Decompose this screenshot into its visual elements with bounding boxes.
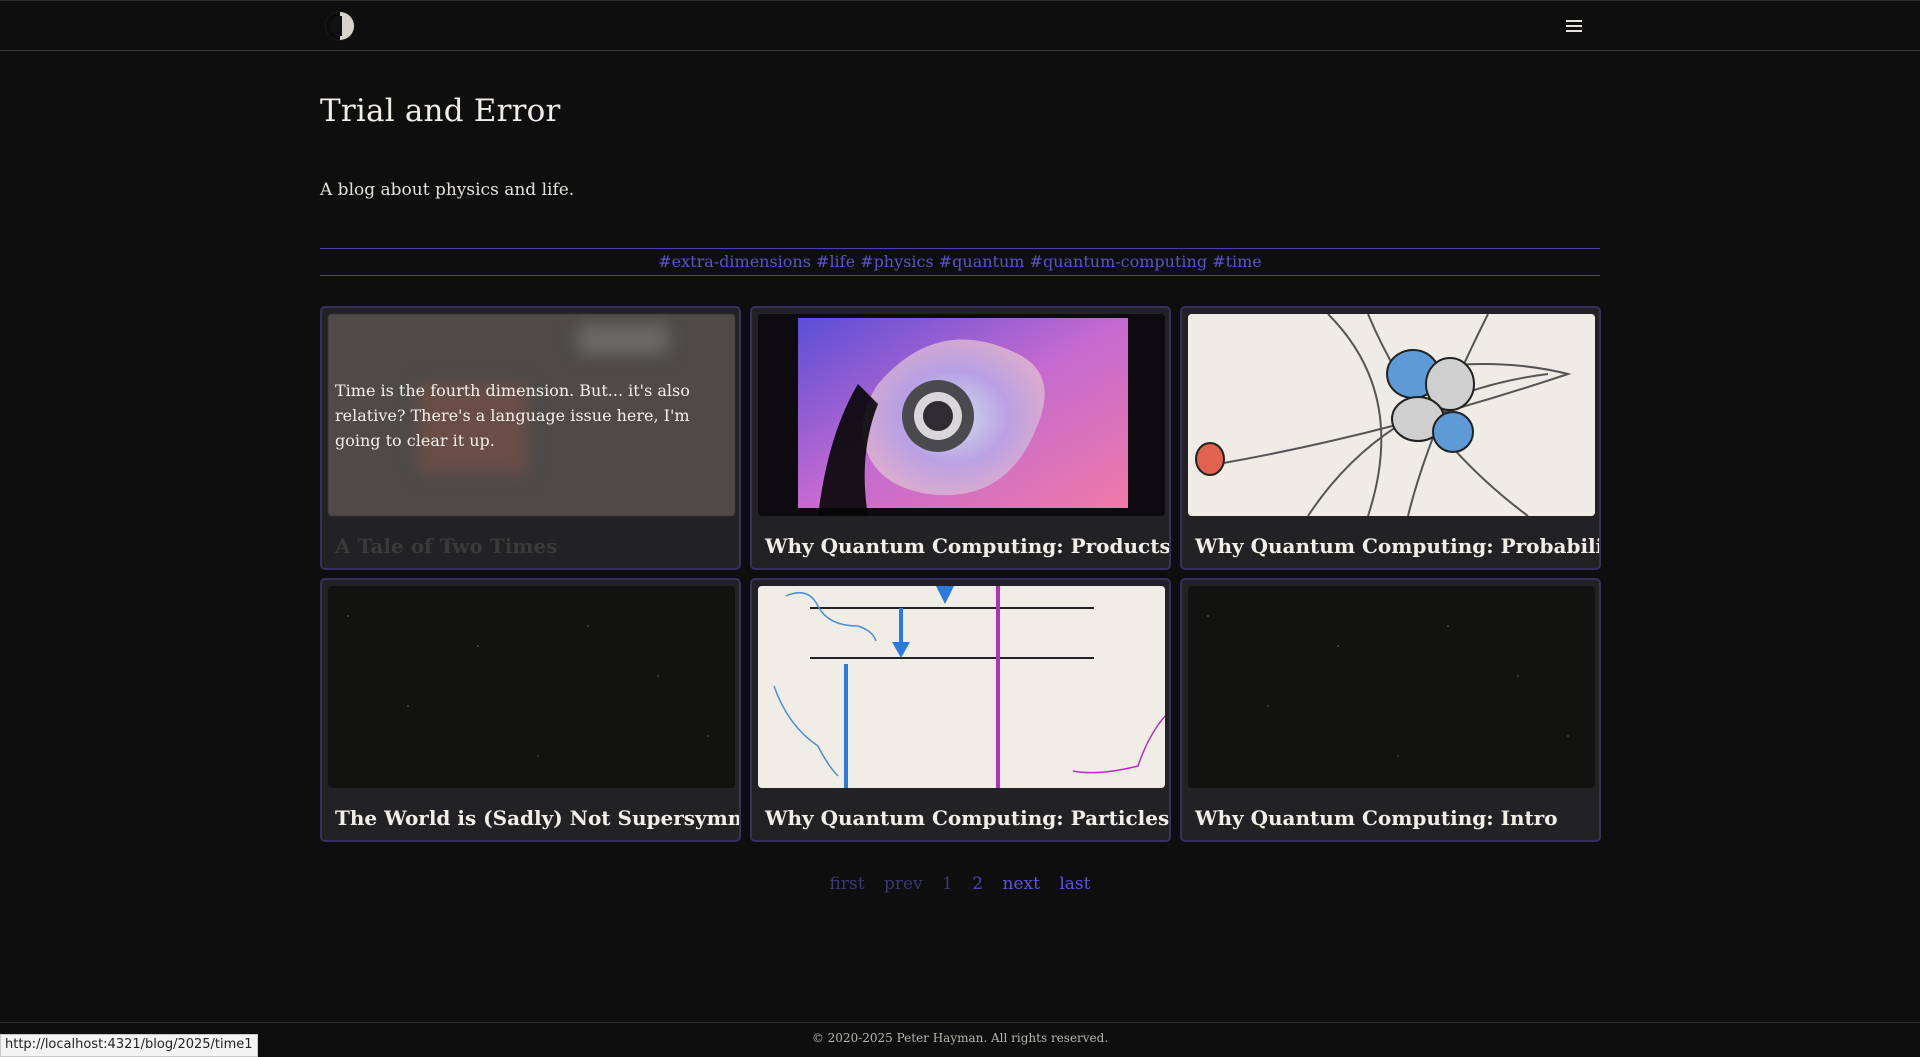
browser-status-bar: http://localhost:4321/blog/2025/time1	[0, 1034, 258, 1057]
tag-physics[interactable]: #physics	[860, 252, 934, 271]
tag-time[interactable]: #time	[1212, 252, 1262, 271]
tag-quantum[interactable]: #quantum	[939, 252, 1025, 271]
post-title[interactable]: A Tale of Two Times	[335, 534, 557, 558]
post-thumbnail	[1188, 586, 1595, 788]
pagination-next[interactable]: next	[1003, 874, 1040, 894]
post-thumbnail	[328, 586, 735, 788]
post-card-supersymmetric[interactable]: The World is (Sadly) Not Supersymmetric	[320, 578, 741, 842]
tag-list: #extra-dimensions #life #physics #quantu…	[320, 248, 1600, 276]
half-moon-icon[interactable]	[326, 12, 354, 40]
tag-quantum-computing[interactable]: #quantum-computing	[1030, 252, 1208, 271]
post-title[interactable]: Why Quantum Computing: Particles	[765, 806, 1169, 830]
pagination-prev: prev	[883, 874, 923, 894]
post-card-particles[interactable]: Why Quantum Computing: Particles	[750, 578, 1171, 842]
post-title[interactable]: Why Quantum Computing: Products	[765, 534, 1169, 558]
pagination-page-2[interactable]: 2	[972, 874, 983, 894]
post-grid: Time is the fourth dimension. But... it'…	[320, 306, 1601, 842]
post-thumbnail	[758, 586, 1165, 788]
pagination: first prev 1 2 next last	[0, 874, 1920, 894]
post-excerpt: Time is the fourth dimension. But... it'…	[335, 381, 690, 450]
tag-life[interactable]: #life	[816, 252, 855, 271]
post-title[interactable]: The World is (Sadly) Not Supersymmetric	[335, 806, 739, 830]
pagination-last[interactable]: last	[1059, 874, 1090, 894]
post-card-products[interactable]: Why Quantum Computing: Products	[750, 306, 1171, 570]
hamburger-menu-icon[interactable]	[1566, 20, 1582, 32]
pagination-first: first	[829, 874, 865, 894]
post-thumbnail	[758, 314, 1165, 516]
tag-extra-dimensions[interactable]: #extra-dimensions	[658, 252, 811, 271]
post-card-intro[interactable]: Why Quantum Computing: Intro	[1180, 578, 1601, 842]
copyright-text: © 2020-2025 Peter Hayman. All rights res…	[811, 1031, 1109, 1045]
post-thumbnail	[1188, 314, 1595, 516]
page-subtitle: A blog about physics and life.	[320, 180, 575, 200]
footer: © 2020-2025 Peter Hayman. All rights res…	[0, 1022, 1920, 1055]
top-navigation-bar	[0, 0, 1920, 51]
post-card-probabilities[interactable]: Why Quantum Computing: Probabilities	[1180, 306, 1601, 570]
page-title: Trial and Error	[320, 93, 561, 129]
post-card-tale-of-two-times[interactable]: Time is the fourth dimension. But... it'…	[320, 306, 741, 570]
post-title[interactable]: Why Quantum Computing: Probabilities	[1195, 534, 1599, 558]
post-title[interactable]: Why Quantum Computing: Intro	[1195, 806, 1558, 830]
pagination-page-1[interactable]: 1	[942, 874, 953, 894]
